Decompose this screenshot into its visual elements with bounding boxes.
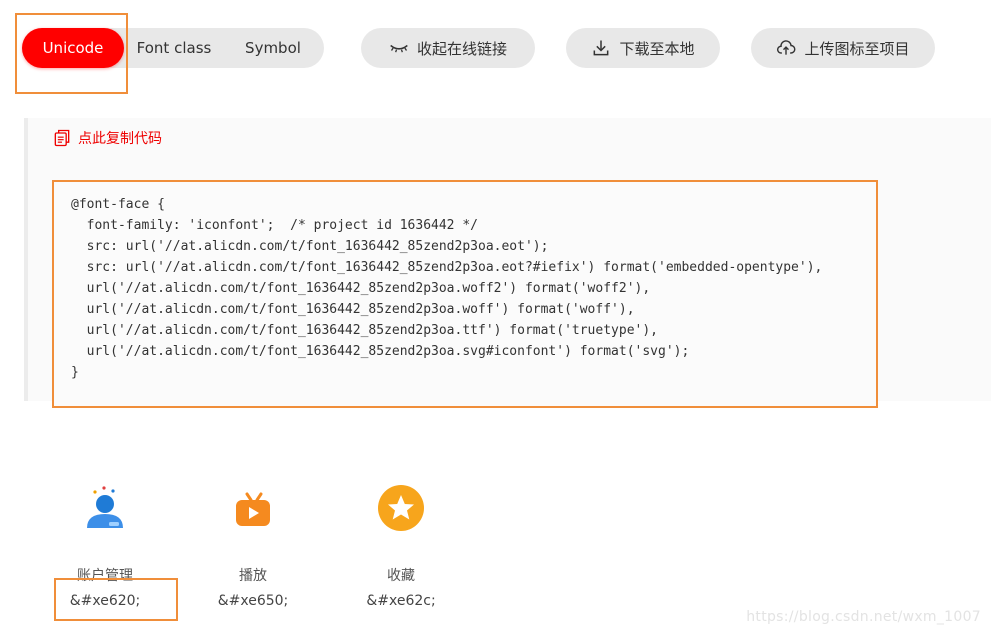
- download-label: 下载至本地: [619, 39, 695, 58]
- watermark-text: https://blog.csdn.net/wxm_1007: [746, 609, 981, 625]
- eye-closed-icon: [390, 44, 408, 53]
- icon-cell-account[interactable]: [45, 478, 165, 542]
- copy-code-button[interactable]: 点此复制代码: [52, 128, 162, 148]
- icon-code-play[interactable]: &#xe650;: [193, 593, 313, 609]
- icon-name-favorite: 收藏: [387, 568, 415, 584]
- star-favorite-icon: [369, 478, 433, 542]
- collapse-link-label: 收起在线链接: [416, 39, 507, 58]
- copy-code-label: 点此复制代码: [78, 131, 162, 147]
- tab-symbol[interactable]: Symbol: [234, 28, 312, 68]
- play-tv-icon: [221, 478, 285, 542]
- upload-button[interactable]: 上传图标至项目: [751, 28, 935, 68]
- icon-code-highlight: [54, 578, 178, 621]
- account-user-icon: [73, 478, 137, 542]
- icon-cell-favorite[interactable]: [341, 478, 461, 542]
- font-face-code-block[interactable]: @font-face { font-family: 'iconfont'; /*…: [52, 180, 878, 408]
- unicode-tab-highlight: [15, 13, 128, 94]
- icon-cell-play[interactable]: [193, 478, 313, 542]
- upload-label: 上传图标至项目: [804, 39, 910, 58]
- download-icon: [594, 40, 609, 56]
- tab-font-class[interactable]: Font class: [132, 28, 216, 68]
- collapse-link-button[interactable]: 收起在线链接: [361, 28, 535, 68]
- icon-code-favorite[interactable]: &#xe62c;: [341, 593, 461, 609]
- cloud-upload-icon: [777, 40, 796, 55]
- icon-name-play: 播放: [239, 568, 267, 584]
- copy-doc-icon: [54, 129, 70, 147]
- download-button[interactable]: 下载至本地: [566, 28, 720, 68]
